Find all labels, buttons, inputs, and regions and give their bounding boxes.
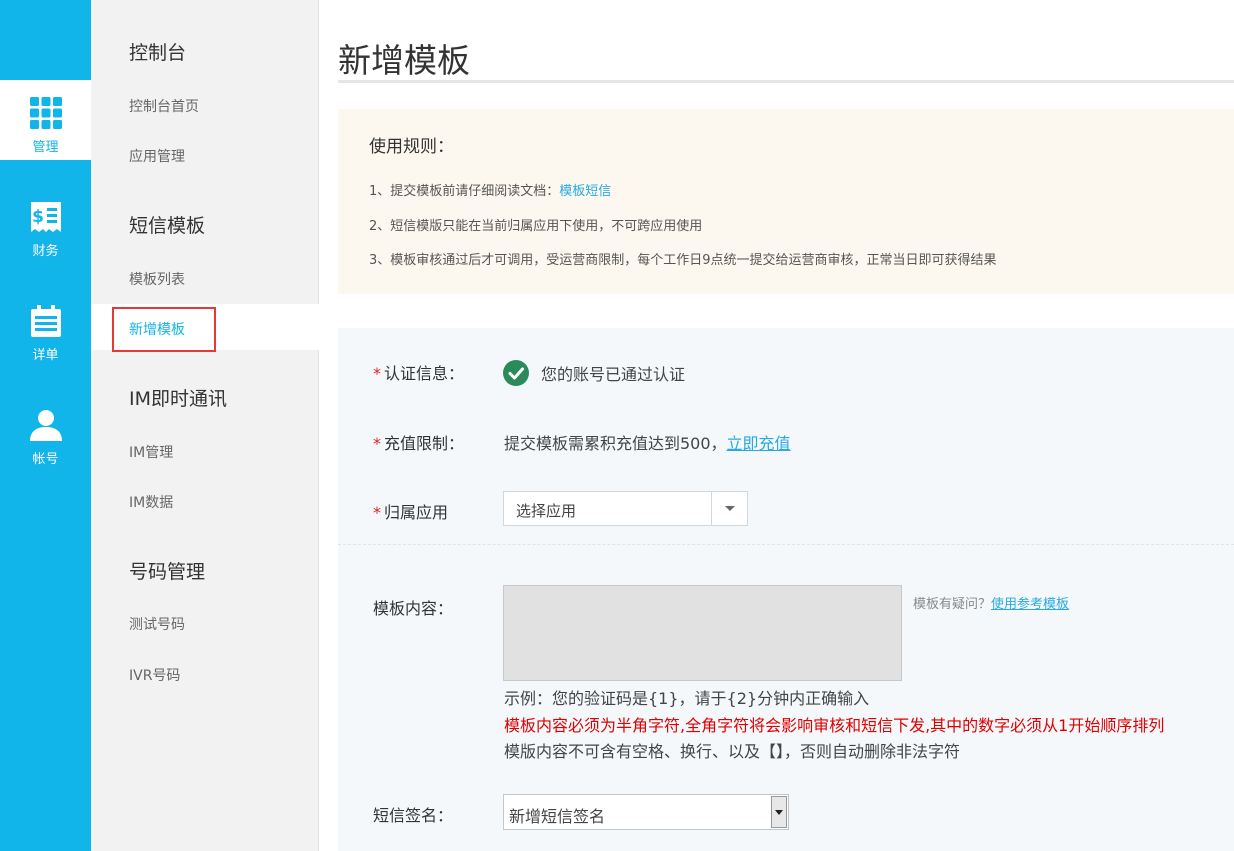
reference-template-link[interactable]: 使用参考模板 (991, 597, 1069, 612)
sidebar-group-title: 控制台 (129, 42, 187, 64)
rules-heading: 使用规则： (369, 137, 454, 157)
warning-text: 模板内容必须为半角字符,全角字符将会影响审核和短信下发,其中的数字必须从1开始顺… (504, 716, 1165, 735)
rule-item: 1、提交模板前请仔细阅读文档：模板短信 (369, 180, 611, 199)
caret-down-icon (775, 810, 783, 815)
rail-item-label: 财务 (32, 244, 59, 259)
highlight-box (112, 307, 216, 352)
rail-item-account[interactable]: 帐号 (0, 392, 91, 472)
sidebar: 控制台 控制台首页 应用管理 短信模板 模板列表 新增模板 IM即时通讯 IM管… (91, 0, 319, 851)
template-help: 模板有疑问？使用参考模板 (913, 597, 1070, 612)
main-content: 新增模板 使用规则： 1、提交模板前请仔细阅读文档：模板短信 2、短信模版只能在… (338, 0, 1234, 851)
recharge-label: * 充值限制： (373, 434, 465, 453)
app-label: * 归属应用 (373, 503, 449, 522)
rail-item-details[interactable]: 详单 (0, 288, 91, 368)
sidebar-item-app-management[interactable]: 应用管理 (129, 146, 185, 166)
rail-item-label: 管理 (32, 140, 59, 155)
template-sms-doc-link[interactable]: 模板短信 (559, 184, 611, 199)
calendar-icon (28, 303, 64, 339)
dropdown-button (771, 796, 787, 828)
rail-item-label: 帐号 (32, 452, 59, 467)
signature-select[interactable]: 新增短信签名 (503, 794, 789, 830)
grid-icon (28, 95, 64, 131)
content-note: 模版内容不可含有空格、换行、以及【】，否则自动删除非法字符 (504, 742, 961, 761)
usage-rules-panel: 使用规则： 1、提交模板前请仔细阅读文档：模板短信 2、短信模版只能在当前归属应… (338, 109, 1234, 294)
chevron-down-icon (725, 506, 735, 511)
page-title: 新增模板 (338, 41, 470, 80)
content-label: 模板内容： (373, 599, 454, 618)
recharge-now-link[interactable]: 立即充值 (727, 434, 791, 453)
title-divider (338, 80, 1234, 83)
section-divider (338, 544, 1234, 545)
signature-label: 短信签名： (373, 806, 454, 825)
bill-icon: $ (28, 199, 64, 235)
recharge-requirement: 提交模板需累积充值达到500，立即充值 (504, 434, 791, 453)
check-circle-icon (503, 360, 529, 386)
rail-item-manage[interactable]: 管理 (0, 80, 91, 160)
template-content-input[interactable] (503, 585, 902, 681)
auth-label: * 认证信息： (373, 364, 465, 383)
signature-select-value: 新增短信签名 (509, 807, 606, 826)
icon-rail: 管理 $ 财务 详单 帐号 (0, 0, 91, 851)
sidebar-group-title: IM即时通讯 (129, 388, 227, 410)
sidebar-item-console-home[interactable]: 控制台首页 (129, 96, 199, 116)
sidebar-item-template-list[interactable]: 模板列表 (129, 269, 185, 289)
rail-item-finance[interactable]: $ 财务 (0, 184, 91, 264)
app-select-value: 选择应用 (516, 502, 577, 520)
sidebar-group-title: 号码管理 (129, 561, 206, 583)
sidebar-item-ivr-numbers[interactable]: IVR号码 (129, 665, 180, 685)
sidebar-group-title: 短信模板 (129, 215, 206, 237)
user-icon (28, 407, 64, 443)
app-select[interactable]: 选择应用 (503, 491, 748, 526)
rule-item: 3、模板审核通过后才可调用，受运营商限制，每个工作日9点统一提交给运营商审核，正… (369, 253, 997, 268)
template-form: * 认证信息： 您的账号已通过认证 * 充值限制： 提交模板需累积充值达到500，立… (338, 328, 1234, 851)
auth-status: 您的账号已通过认证 (541, 365, 686, 384)
sidebar-item-im-data[interactable]: IM数据 (129, 492, 173, 512)
sidebar-item-test-numbers[interactable]: 测试号码 (129, 614, 185, 634)
sidebar-item-im-management[interactable]: IM管理 (129, 442, 173, 462)
rule-item: 2、短信模版只能在当前归属应用下使用，不可跨应用使用 (369, 219, 703, 234)
example-text: 示例：您的验证码是{1}，请于{2}分钟内正确输入 (504, 689, 870, 708)
svg-text:$: $ (32, 207, 44, 227)
rail-item-label: 详单 (32, 348, 59, 363)
rule-text: 1、提交模板前请仔细阅读文档： (369, 184, 560, 199)
